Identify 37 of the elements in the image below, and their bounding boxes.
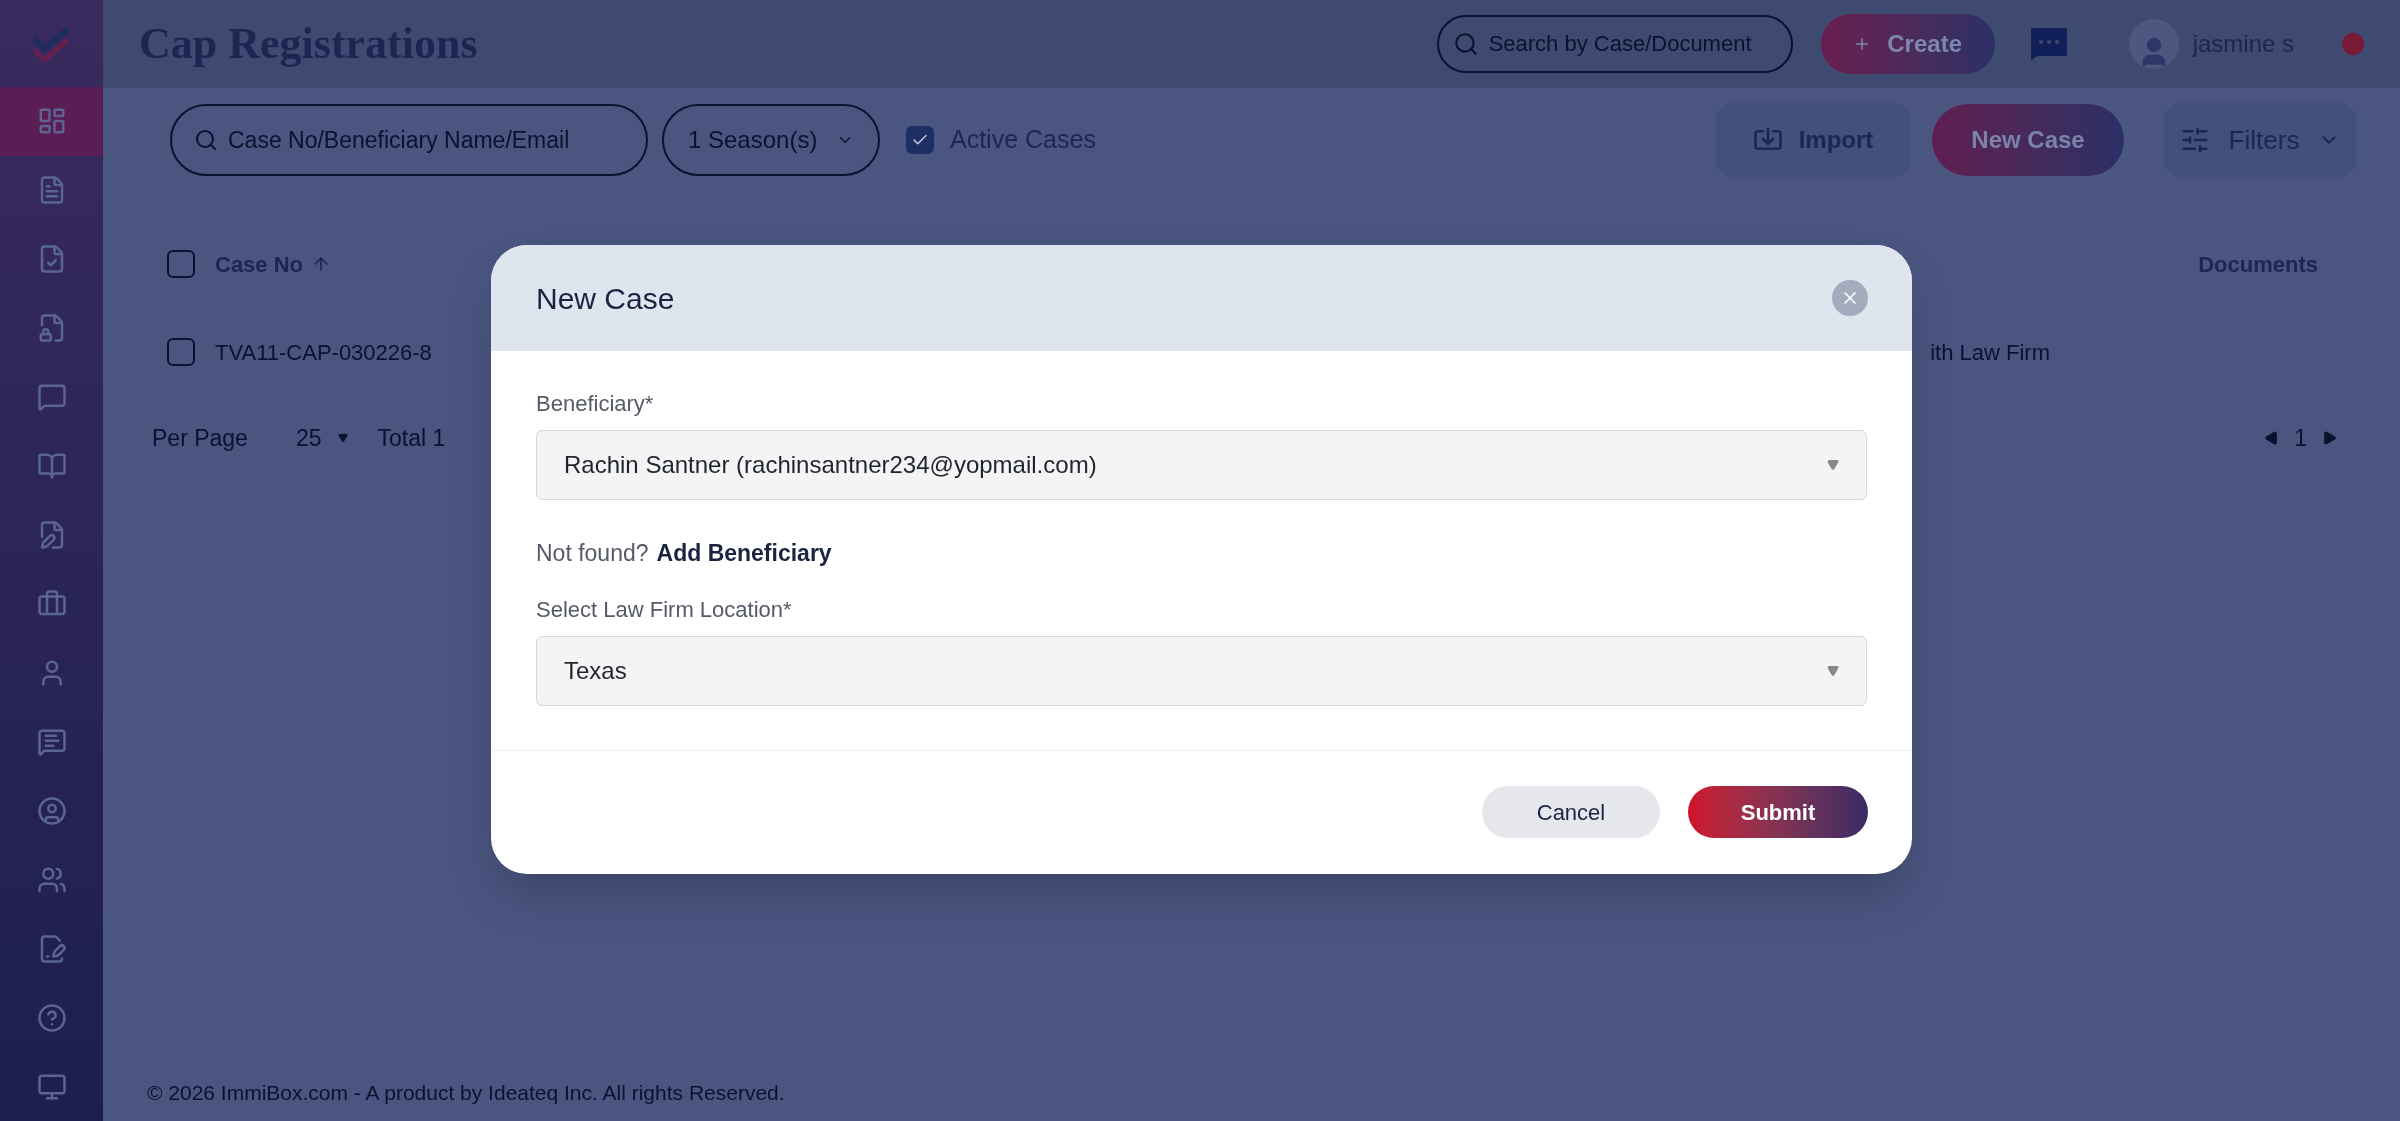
table-cell-text: ith Law Firm: [1930, 338, 2050, 367]
create-button[interactable]: Create: [1820, 14, 1995, 74]
add-beneficiary-link[interactable]: Add Beneficiary: [656, 536, 832, 571]
checkbox[interactable]: [167, 338, 195, 366]
hint-text: Not found?: [536, 539, 649, 568]
season-select[interactable]: 1 Season(s): [662, 104, 880, 176]
page-number[interactable]: 1: [2294, 420, 2307, 456]
total-count: Total 1: [377, 423, 446, 453]
field-label: Beneficiary*: [536, 390, 655, 418]
previous-page-icon: [2264, 431, 2279, 445]
checkbox[interactable]: [906, 126, 934, 154]
caret-icon: [1827, 664, 1839, 677]
filters-icon: [2180, 125, 2210, 155]
search-icon: [1452, 31, 1479, 57]
per-page-label: Per Page: [152, 423, 248, 453]
sidebar-item[interactable]: [0, 86, 103, 156]
select-field[interactable]: Rachin Santner (rachinsantner234@yopmail.com): [536, 430, 1867, 500]
next-page-icon: [2323, 431, 2337, 445]
search-icon: [194, 128, 218, 152]
field-label: Select Law Firm Location*: [536, 595, 793, 624]
dialog-title: New Case: [536, 280, 675, 317]
table-cell-text: TVA11-CAP-030226-8: [215, 338, 432, 367]
avatar[interactable]: [2128, 19, 2179, 69]
checkbox[interactable]: [167, 250, 195, 278]
new-case-button[interactable]: New Case: [1932, 104, 2124, 176]
cancel-button[interactable]: Cancel: [1482, 786, 1660, 838]
search-field[interactable]: Search by Case/Document: [1436, 15, 1793, 73]
per-page-select[interactable]: 25: [295, 420, 348, 456]
caret-icon: [1827, 459, 1839, 471]
user-icon: [36, 795, 67, 826]
footer-text: © 2026 ImmiBox.com - A product by Ideateq Inc. All rights Reserved.: [147, 1080, 785, 1107]
select-field[interactable]: Texas: [536, 635, 1867, 706]
caret-icon: [337, 433, 348, 443]
close-button[interactable]: [1832, 280, 1868, 316]
submit-button[interactable]: Submit: [1688, 786, 1868, 838]
search-field[interactable]: Case No/Beneficiary Name/Email: [170, 104, 648, 176]
help-icon: [36, 1002, 67, 1033]
